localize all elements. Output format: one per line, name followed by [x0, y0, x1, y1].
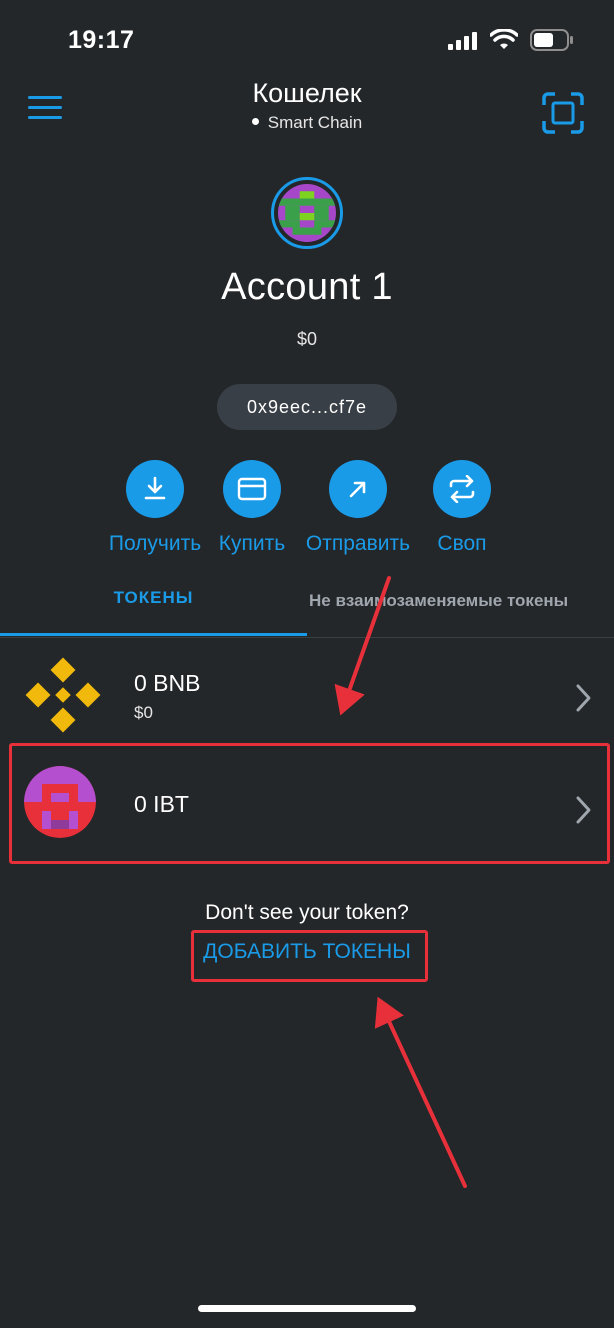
send-icon: [349, 481, 366, 498]
qr-scan-icon[interactable]: [542, 92, 584, 134]
token-fiat-value: $0: [134, 703, 153, 722]
wifi-icon: [490, 29, 518, 49]
network-dot-icon: [251, 118, 259, 126]
send-label[interactable]: Отправить: [299, 532, 417, 556]
swap-button[interactable]: [433, 460, 491, 518]
card-icon: [237, 477, 267, 501]
swap-label[interactable]: Своп: [427, 532, 497, 556]
send-button[interactable]: [329, 460, 387, 518]
missing-token-prompt: Don't see your token?: [205, 901, 409, 924]
tab-tokens[interactable]: ТОКЕНЫ: [0, 588, 307, 608]
battery-icon: [530, 29, 573, 51]
active-tab-indicator: [0, 633, 307, 636]
annotation-highlight-box: [191, 930, 428, 982]
bnb-logo-icon: [25, 657, 101, 733]
account-address-button[interactable]: 0x9eec...cf7e: [217, 384, 397, 430]
buy-button[interactable]: [223, 460, 281, 518]
annotation-highlight-box: [9, 743, 610, 864]
token-row-bnb[interactable]: 0 BNB $0: [0, 638, 614, 756]
account-name[interactable]: Account 1: [0, 266, 614, 309]
account-identicon-icon: [278, 184, 336, 242]
network-indicator[interactable]: Smart Chain: [0, 113, 614, 133]
receive-button[interactable]: [126, 460, 184, 518]
home-indicator[interactable]: [198, 1305, 416, 1312]
token-balance: 0 BNB: [134, 670, 201, 696]
receive-label[interactable]: Получить: [105, 532, 205, 556]
cellular-signal-icon: [448, 32, 477, 50]
network-name: Smart Chain: [267, 113, 363, 132]
chevron-right-icon: [576, 684, 591, 712]
account-avatar[interactable]: [271, 177, 343, 249]
swap-icon: [449, 475, 475, 503]
receive-icon: [144, 476, 166, 500]
tab-nft[interactable]: Не взаимозаменяемые токены: [309, 591, 568, 611]
annotation-arrow-up: [374, 996, 467, 1188]
status-time: 19:17: [68, 26, 135, 54]
page-title: Кошелек: [252, 78, 362, 108]
buy-label[interactable]: Купить: [210, 532, 294, 556]
account-balance: $0: [296, 329, 318, 349]
